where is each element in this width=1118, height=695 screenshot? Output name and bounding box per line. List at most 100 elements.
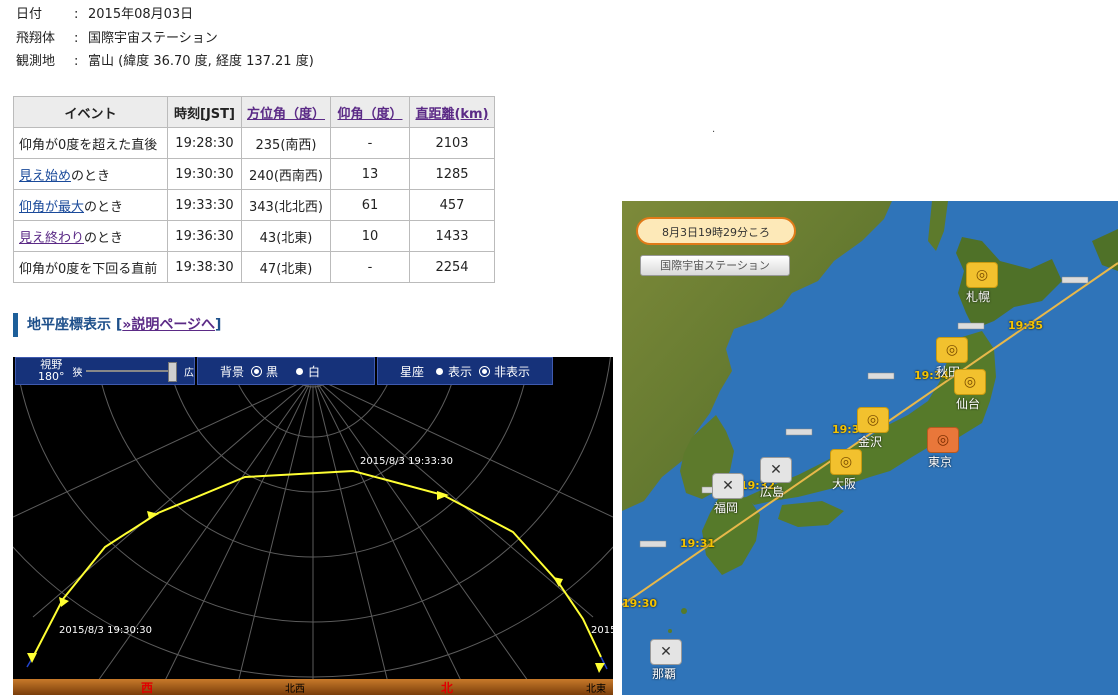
background-control: 背景 黒 白 — [197, 357, 375, 385]
dir-northwest: 北西 — [285, 684, 305, 695]
site-value: 富山 (緯度 36.70 度, 経度 137.21 度) — [88, 54, 314, 69]
city-label-naha: 那覇 — [652, 667, 677, 681]
event-link[interactable]: 仰角が最大 — [19, 200, 84, 215]
event-cell: 仰角が最大のとき — [13, 189, 168, 221]
city-marker-osaka[interactable]: ◎ — [830, 449, 862, 475]
track-label-start: 2015/8/3 19:30:30 — [59, 625, 152, 636]
const-hide-radio[interactable] — [479, 365, 491, 377]
city-marker-fukuoka[interactable]: ✕ — [712, 473, 744, 499]
table-row: 仰角が0度を下回る直前 19:38:30 47(北東) - 2254 — [13, 251, 495, 283]
city-label-osaka: 大阪 — [832, 477, 857, 491]
time-cell: 19:30:30 — [167, 158, 242, 190]
constellation-label: 星座 — [400, 364, 425, 379]
azimuth-cell: 43(北東) — [241, 220, 331, 252]
bg-white-radio[interactable] — [296, 367, 304, 375]
colon: : — [74, 7, 79, 22]
city-label-fukuoka: 福岡 — [714, 501, 739, 515]
track-time: 19:35 — [1008, 319, 1044, 332]
azimuth-cell: 343(北北西) — [241, 189, 331, 221]
track-label-end: 2015 — [591, 625, 613, 636]
track-label-max: 2015/8/3 19:33:30 — [360, 456, 453, 467]
city-marker-tokyo[interactable]: ◎ — [927, 427, 959, 453]
shikoku — [778, 501, 844, 527]
track-arrow — [27, 653, 37, 663]
dir-northeast: 北東 — [586, 684, 606, 695]
zoom-max-label: 広 — [184, 367, 194, 379]
iss-marker — [785, 428, 813, 436]
event-link[interactable]: 見え終わり — [19, 231, 84, 246]
date-label: 日付 — [16, 7, 43, 22]
time-cell: 19:38:30 — [167, 251, 242, 283]
event-text: のとき — [84, 199, 124, 215]
azimuth-cell: 235(南西) — [241, 127, 331, 159]
city-marker-akita[interactable]: ◎ — [936, 337, 968, 363]
sakhalin — [928, 201, 948, 251]
track-arrows — [27, 491, 605, 673]
fov-label-group: 視野 180° — [38, 359, 65, 383]
city-marker-sendai[interactable]: ◎ — [954, 369, 986, 395]
sort-distance-link[interactable]: 直距離(km) — [415, 107, 488, 122]
observation-info: 日付:2015年08月03日 飛翔体: 国際宇宙ステーション 観測地: 富山 (緯度… — [16, 3, 314, 74]
zoom-slider-handle[interactable] — [168, 362, 177, 382]
city-marker-hiroshima[interactable]: ✕ — [760, 457, 792, 483]
iss-marker — [867, 372, 895, 380]
pass-table: イベント 時刻[JST] 方位角（度） 仰角（度） 直距離(km) 仰角が0度を… — [13, 96, 495, 283]
section-title-text: 地平座標表示 — [27, 317, 111, 333]
table-row: 仰角が最大のとき 19:33:30 343(北北西) 61 457 — [13, 189, 495, 221]
craft-value: 国際宇宙ステーション — [88, 30, 218, 46]
event-cell: 見え終わりのとき — [13, 220, 168, 252]
azimuth-cell: 47(北東) — [241, 251, 331, 283]
distance-cell: 2254 — [409, 251, 495, 283]
azimuth-lines — [13, 376, 613, 695]
iss-marker — [1061, 276, 1089, 284]
date-value: 2015年08月03日 — [88, 7, 194, 22]
sort-elevation-link[interactable]: 仰角（度） — [337, 107, 402, 122]
track-time: 19:31 — [680, 537, 716, 550]
const-show-radio[interactable] — [436, 367, 444, 375]
event-cell: 仰角が0度を超えた直後 — [13, 127, 168, 159]
event-text: のとき — [71, 168, 111, 184]
distance-cell: 457 — [409, 189, 495, 221]
city-label-sapporo: 札幌 — [966, 290, 991, 304]
col-distance[interactable]: 直距離(km) — [409, 96, 495, 128]
sort-azimuth-link[interactable]: 方位角（度） — [247, 107, 325, 122]
col-azimuth[interactable]: 方位角（度） — [241, 96, 331, 128]
ground-track-map[interactable]: 8月3日19時29分ころ 国際宇宙ステーション 19:35 19:34 19:3… — [622, 201, 1118, 695]
zoom-slider-track[interactable] — [85, 362, 177, 382]
bg-black-radio[interactable] — [251, 365, 263, 377]
time-cell: 19:28:30 — [167, 127, 242, 159]
fov-control: 視野 180° 狭 広 — [15, 357, 195, 385]
constellation-control: 星座 表示 非表示 — [377, 357, 553, 385]
col-elevation[interactable]: 仰角（度） — [330, 96, 410, 128]
track-arrow — [595, 663, 605, 673]
event-text: のとき — [84, 230, 124, 246]
city-marker-kanazawa[interactable]: ◎ — [857, 407, 889, 433]
help-page-link[interactable]: »説明ページへ — [122, 317, 215, 333]
background-label: 背景 — [220, 364, 245, 379]
stray-dot: . — [712, 124, 716, 135]
zoom-min-label: 狭 — [72, 367, 83, 379]
distance-cell: 1433 — [409, 220, 495, 252]
city-marker-sapporo[interactable]: ◎ — [966, 262, 998, 288]
sky-view[interactable]: 2015/8/3 19:30:30 2015/8/3 19:33:30 2015… — [13, 357, 613, 695]
direction-bar: 西 北西 北 北東 — [13, 679, 613, 695]
const-show-label: 表示 — [448, 364, 473, 379]
elevation-cell: 10 — [330, 220, 410, 252]
iss-marker — [957, 322, 985, 330]
time-cell: 19:36:30 — [167, 220, 242, 252]
bg-white-label: 白 — [308, 364, 321, 379]
colon: : — [74, 54, 79, 69]
craft-label: 飛翔体 — [16, 30, 56, 46]
track-time: 19:30 — [622, 597, 658, 610]
site-row: 観測地: 富山 (緯度 36.70 度, 経度 137.21 度) — [16, 50, 314, 74]
event-link[interactable]: 見え始め — [19, 169, 71, 184]
section-title: 地平座標表示 [»説明ページへ] — [13, 313, 221, 337]
satellite-name-button[interactable]: 国際宇宙ステーション — [640, 255, 790, 276]
site-label: 観測地 — [16, 54, 56, 69]
city-marker-naha[interactable]: ✕ — [650, 639, 682, 665]
date-row: 日付:2015年08月03日 — [16, 3, 314, 27]
event-text: 仰角が0度を下回る直前 — [19, 261, 158, 277]
elevation-cell: 61 — [330, 189, 410, 221]
distance-cell: 1285 — [409, 158, 495, 190]
city-label-sendai: 仙台 — [956, 397, 981, 411]
